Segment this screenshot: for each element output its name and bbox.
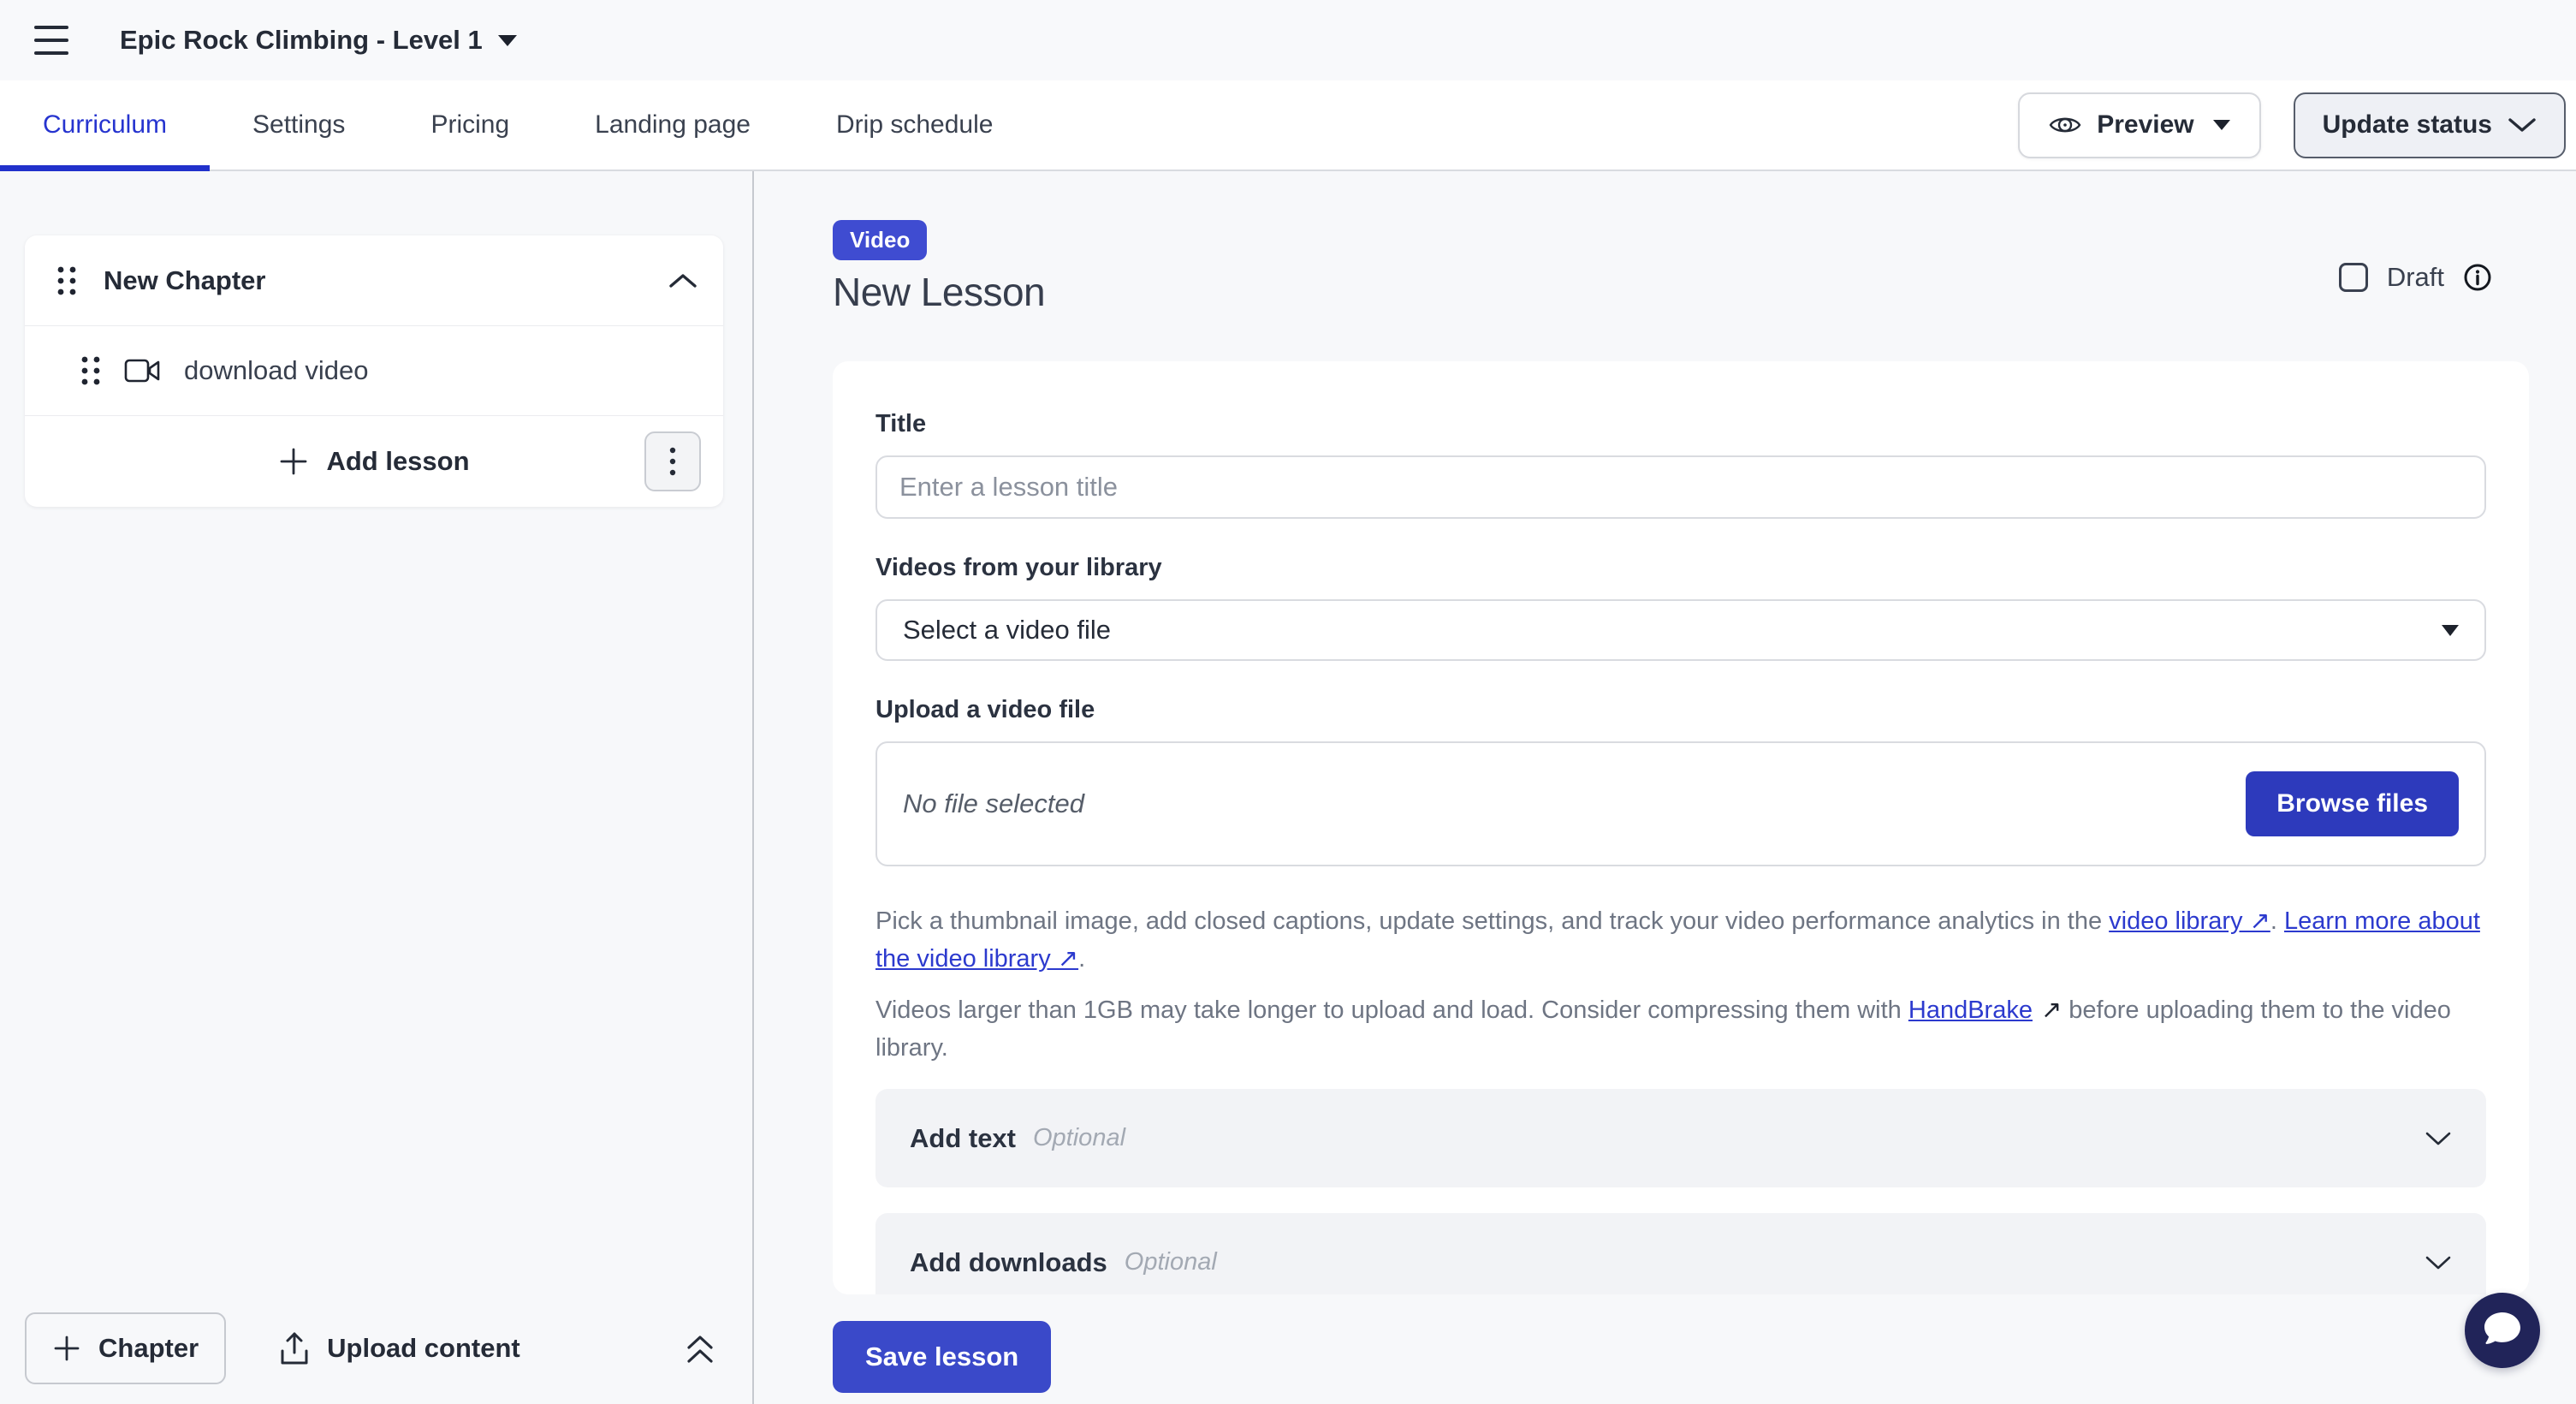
chat-launcher[interactable] — [2465, 1293, 2540, 1368]
add-text-label: Add text — [910, 1123, 1016, 1154]
title-label: Title — [875, 409, 2486, 438]
header-actions: Preview Update status — [2018, 80, 2576, 170]
tabbar: Curriculum Settings Pricing Landing page… — [0, 80, 2576, 171]
course-title: Epic Rock Climbing - Level 1 — [120, 25, 483, 56]
page-title: New Lesson — [833, 269, 2529, 315]
add-text-accordion[interactable]: Add text Optional — [875, 1089, 2486, 1187]
collapse-all-button[interactable] — [684, 1330, 716, 1366]
tab-label: Drip schedule — [836, 110, 993, 140]
hamburger-menu-icon[interactable] — [34, 24, 72, 57]
library-label: Videos from your library — [875, 553, 2486, 582]
topbar: Epic Rock Climbing - Level 1 — [0, 0, 2576, 80]
lesson-title-input[interactable] — [875, 455, 2486, 519]
help-text: Videos larger than 1GB may take longer t… — [875, 996, 1908, 1024]
info-icon[interactable] — [2463, 263, 2492, 292]
eye-icon — [2049, 112, 2081, 138]
no-file-text: No file selected — [903, 788, 1084, 819]
tab-pricing[interactable]: Pricing — [388, 80, 552, 170]
chapter-row[interactable]: New Chapter — [25, 235, 723, 325]
tab-label: Landing page — [595, 110, 751, 140]
plus-icon — [52, 1334, 81, 1363]
drag-handle-icon[interactable] — [80, 353, 102, 389]
video-library-link[interactable]: video library ↗ — [2109, 907, 2270, 935]
caret-down-icon — [2213, 120, 2230, 130]
save-lesson-button[interactable]: Save lesson — [833, 1321, 1051, 1393]
handbrake-link[interactable]: HandBrake — [1908, 996, 2033, 1024]
lesson-type-badge: Video — [833, 220, 927, 260]
update-status-label: Update status — [2323, 110, 2492, 140]
tab-label: Pricing — [430, 110, 509, 140]
help-text: . — [1078, 945, 1085, 973]
file-upload-dropzone[interactable]: No file selected Browse files — [875, 741, 2486, 866]
tab-drip-schedule[interactable]: Drip schedule — [793, 80, 1036, 170]
chapter-title: New Chapter — [104, 265, 265, 296]
main-layout: New Chapter — [0, 171, 2576, 1404]
draft-toggle-group: Draft — [2339, 262, 2492, 293]
chevron-down-icon — [2425, 1130, 2452, 1147]
video-library-help-text: Pick a thumbnail image, add closed capti… — [875, 902, 2486, 978]
add-downloads-accordion[interactable]: Add downloads Optional — [875, 1213, 2486, 1294]
select-value: Select a video file — [903, 615, 1111, 645]
tab-landing-page[interactable]: Landing page — [552, 80, 793, 170]
tab-label: Curriculum — [43, 110, 167, 140]
lesson-title: download video — [184, 355, 368, 386]
collapse-chapter-button[interactable] — [668, 272, 697, 289]
lesson-form-card: Title Videos from your library Select a … — [833, 361, 2529, 1294]
video-camera-icon — [124, 357, 162, 384]
upload-icon — [277, 1330, 312, 1366]
tabs: Curriculum Settings Pricing Landing page… — [0, 80, 1036, 170]
optional-label: Optional — [1033, 1124, 1125, 1152]
upload-content-label: Upload content — [327, 1333, 520, 1364]
course-switcher[interactable]: Epic Rock Climbing - Level 1 — [120, 25, 517, 56]
tab-settings[interactable]: Settings — [210, 80, 388, 170]
add-lesson-row: Add lesson — [25, 415, 723, 507]
external-link-arrow-icon: ↗ — [2041, 996, 2062, 1024]
chevron-down-icon — [2508, 116, 2537, 134]
chapter-menu-button[interactable] — [644, 431, 701, 491]
chat-bubble-icon — [2480, 1309, 2525, 1352]
preview-label: Preview — [2097, 110, 2193, 140]
add-chapter-label: Chapter — [98, 1333, 199, 1364]
lesson-row[interactable]: download video — [25, 325, 723, 415]
app: Epic Rock Climbing - Level 1 Curriculum … — [0, 0, 2576, 1404]
add-lesson-button[interactable]: Add lesson — [273, 445, 474, 478]
chapter-card: New Chapter — [25, 235, 723, 507]
drag-handle-icon[interactable] — [56, 263, 78, 299]
upload-label: Upload a video file — [875, 695, 2486, 724]
compression-help-text: Videos larger than 1GB may take longer t… — [875, 991, 2486, 1067]
tab-curriculum[interactable]: Curriculum — [0, 80, 210, 170]
help-text: . — [2270, 907, 2284, 935]
add-downloads-label: Add downloads — [910, 1247, 1107, 1278]
add-chapter-button[interactable]: Chapter — [25, 1312, 226, 1384]
caret-down-icon — [2442, 625, 2459, 636]
add-lesson-label: Add lesson — [326, 446, 469, 477]
help-text: Pick a thumbnail image, add closed capti… — [875, 907, 2109, 935]
optional-label: Optional — [1125, 1248, 1217, 1276]
curriculum-sidebar: New Chapter — [0, 171, 754, 1404]
browse-files-button[interactable]: Browse files — [2246, 771, 2459, 836]
sidebar-footer: Chapter Upload content — [0, 1312, 752, 1404]
draft-checkbox[interactable] — [2339, 263, 2368, 292]
tab-label: Settings — [252, 110, 345, 140]
update-status-button[interactable]: Update status — [2294, 92, 2566, 158]
upload-content-button[interactable]: Upload content — [272, 1330, 525, 1367]
preview-button[interactable]: Preview — [2018, 92, 2260, 158]
video-library-select[interactable]: Select a video file — [875, 599, 2486, 661]
caret-down-icon — [498, 35, 517, 46]
draft-label: Draft — [2387, 262, 2444, 293]
plus-icon — [278, 446, 309, 477]
kebab-icon — [669, 446, 676, 477]
chevron-down-icon — [2425, 1254, 2452, 1271]
lesson-editor: Video Draft New Lesson Title Videos from… — [754, 171, 2576, 1404]
double-chevron-up-icon — [684, 1330, 716, 1366]
